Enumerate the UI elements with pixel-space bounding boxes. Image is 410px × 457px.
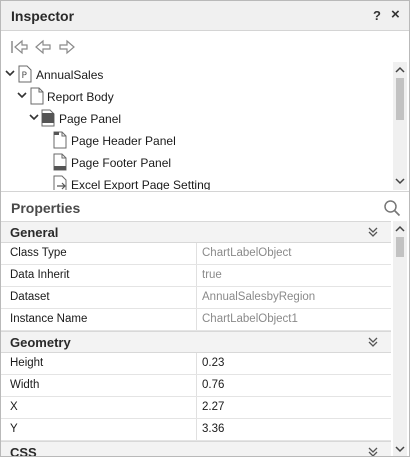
scroll-up-icon[interactable] [395, 224, 405, 234]
help-button[interactable]: ? [373, 8, 381, 23]
close-button[interactable]: × [391, 6, 400, 23]
chevron-down-icon[interactable] [5, 68, 15, 78]
search-icon[interactable] [383, 199, 401, 217]
property-key: Data Inherit [1, 265, 197, 286]
property-row-class-type[interactable]: Class Type ChartLabelObject [1, 243, 391, 265]
section-css[interactable]: CSS [1, 441, 391, 457]
property-key: Height [1, 353, 197, 374]
property-value-input[interactable]: 2.27 [198, 397, 391, 418]
property-row-dataset[interactable]: Dataset AnnualSalesbyRegion [1, 287, 391, 309]
tree-item-label: AnnualSales [36, 68, 104, 82]
collapse-icon[interactable] [367, 446, 379, 457]
inspector-panel: Inspector ? × P AnnualSales Report Body … [0, 0, 410, 457]
chevron-down-icon[interactable] [29, 112, 39, 122]
property-row-x[interactable]: X 2.27 [1, 397, 391, 419]
back-arrow-icon [35, 39, 51, 55]
properties-header: Properties [1, 191, 409, 221]
property-key: Class Type [1, 243, 197, 264]
tree-scrollbar[interactable] [393, 62, 407, 190]
collapse-icon[interactable] [367, 336, 379, 348]
tree-scrollbar-thumb[interactable] [396, 78, 404, 120]
property-key: Width [1, 375, 197, 396]
back-to-start-button[interactable] [9, 38, 29, 56]
property-value: ChartLabelObject1 [202, 313, 298, 325]
property-value: ChartLabelObject [202, 247, 292, 259]
property-grid-scrollbar-thumb[interactable] [396, 237, 404, 257]
title-bar: Inspector ? × [1, 1, 409, 31]
report-icon: P [18, 65, 32, 83]
property-value: true [202, 269, 222, 281]
back-to-start-icon [11, 39, 28, 55]
properties-title: Properties [11, 200, 81, 216]
property-key: Instance Name [1, 309, 197, 330]
page-icon [30, 87, 44, 105]
navigation-toolbar [1, 32, 409, 62]
report-tree: P AnnualSales Report Body Page Panel Pag… [1, 62, 409, 190]
scroll-down-icon[interactable] [395, 176, 405, 186]
property-grid-scrollbar[interactable] [393, 221, 407, 456]
section-title: Geometry [10, 335, 71, 350]
tree-item-label: Page Header Panel [71, 134, 176, 148]
property-key: X [1, 397, 197, 418]
tree-item-label: Report Body [47, 90, 114, 104]
scroll-down-icon[interactable] [395, 444, 405, 454]
panel-icon [41, 109, 55, 127]
scroll-up-icon[interactable] [395, 65, 405, 75]
property-row-instance-name[interactable]: Instance Name ChartLabelObject1 [1, 309, 391, 331]
forward-arrow-icon [59, 39, 75, 55]
tree-item-label: Page Footer Panel [71, 156, 172, 170]
panel-title: Inspector [11, 8, 75, 24]
section-title: General [10, 225, 59, 240]
tree-item-label: Excel Export Page Setting [71, 178, 211, 190]
page-footer-icon [53, 153, 67, 171]
property-row-height[interactable]: Height 0.23 [1, 353, 391, 375]
forward-button[interactable] [57, 38, 77, 56]
property-row-data-inherit[interactable]: Data Inherit true [1, 265, 391, 287]
svg-text:P: P [22, 71, 28, 81]
property-value-input[interactable]: 3.36 [198, 419, 391, 440]
section-general[interactable]: General [1, 221, 391, 243]
property-row-y[interactable]: Y 3.36 [1, 419, 391, 441]
property-grid: General Class Type ChartLabelObject Data… [1, 221, 391, 457]
property-value-input[interactable]: 0.23 [198, 353, 391, 374]
page-header-icon [53, 131, 67, 149]
property-key: Dataset [1, 287, 197, 308]
back-button[interactable] [33, 38, 53, 56]
section-geometry[interactable]: Geometry [1, 331, 391, 353]
property-value: AnnualSalesbyRegion [202, 291, 316, 303]
section-title: CSS [10, 445, 37, 457]
collapse-icon[interactable] [367, 226, 379, 238]
property-key: Y [1, 419, 197, 440]
export-setting-icon [53, 175, 67, 190]
property-row-width[interactable]: Width 0.76 [1, 375, 391, 397]
property-value-input[interactable]: 0.76 [198, 375, 391, 396]
tree-item-label: Page Panel [59, 112, 122, 126]
chevron-down-icon[interactable] [17, 90, 27, 100]
